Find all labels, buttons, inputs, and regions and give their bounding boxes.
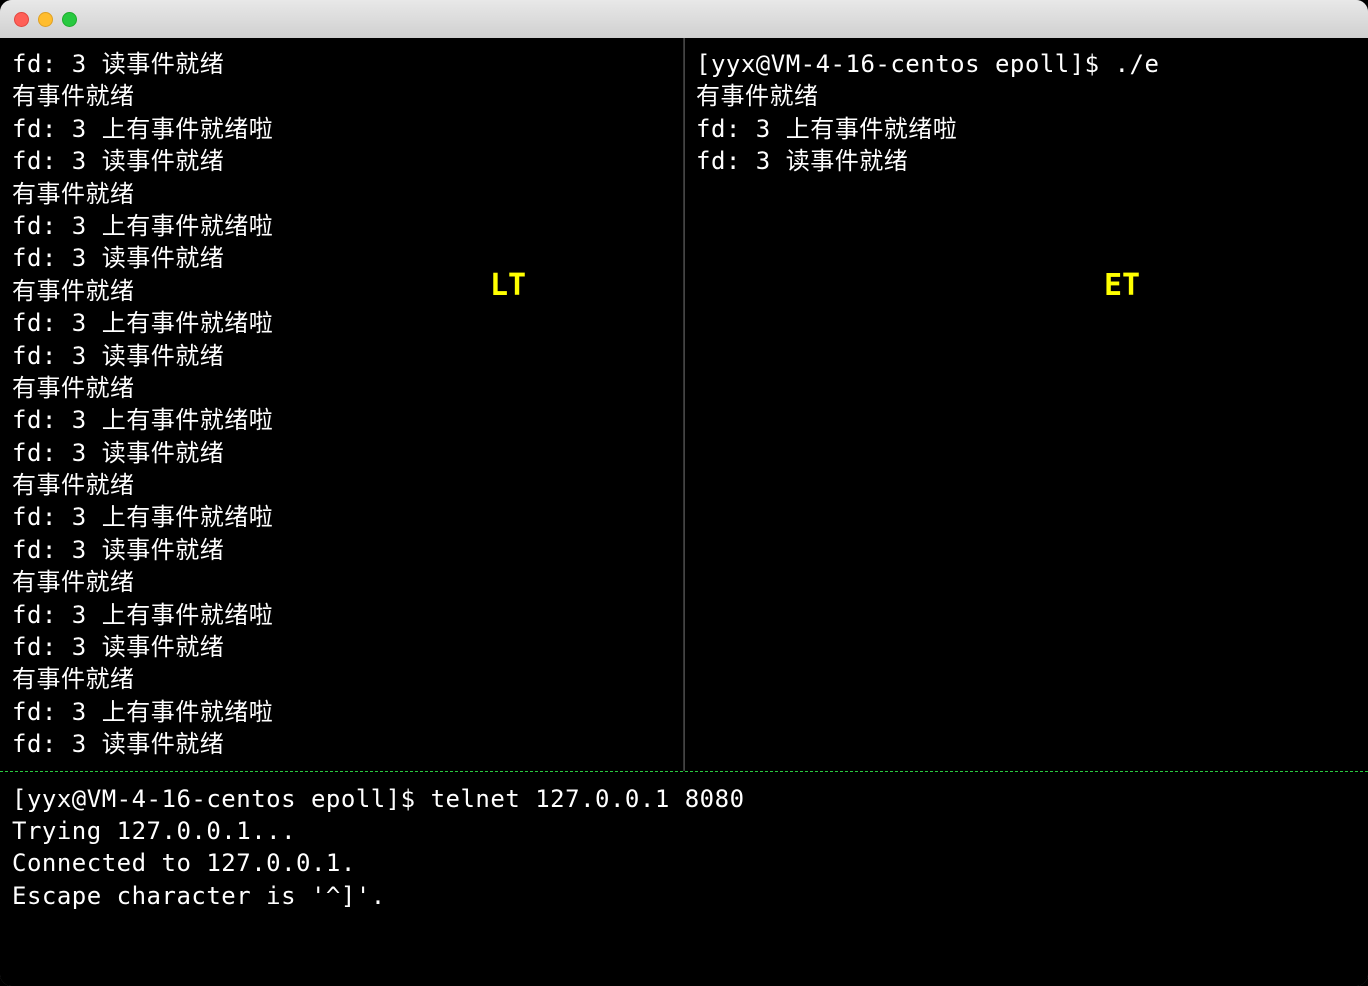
terminal-line: fd: 3 读事件就绪	[12, 728, 671, 760]
terminal-line: Connected to 127.0.0.1.	[12, 847, 1356, 879]
maximize-icon[interactable]	[62, 12, 77, 27]
terminal-line: [yyx@VM-4-16-centos epoll]$ telnet 127.0…	[12, 783, 1356, 815]
terminal-line: 有事件就绪	[696, 80, 1356, 112]
terminal-line: fd: 3 读事件就绪	[12, 242, 671, 274]
terminal-line: 有事件就绪	[12, 469, 671, 501]
terminal-line: [yyx@VM-4-16-centos epoll]$ ./e	[696, 48, 1356, 80]
terminal-line: Escape character is '^]'.	[12, 880, 1356, 912]
terminal-line: fd: 3 上有事件就绪啦	[696, 113, 1356, 145]
terminal-line: Trying 127.0.0.1...	[12, 815, 1356, 847]
terminal-line: fd: 3 上有事件就绪啦	[12, 501, 671, 533]
terminal-line: fd: 3 读事件就绪	[12, 48, 671, 80]
minimize-icon[interactable]	[38, 12, 53, 27]
terminal-line: fd: 3 读事件就绪	[12, 340, 671, 372]
terminal-line: 有事件就绪	[12, 275, 671, 307]
terminal-line: fd: 3 读事件就绪	[12, 631, 671, 663]
pane-left[interactable]: LT fd: 3 读事件就绪 有事件就绪 fd: 3 上有事件就绪啦 fd: 3…	[0, 38, 684, 771]
terminal-line: 有事件就绪	[12, 663, 671, 695]
terminal-line: fd: 3 上有事件就绪啦	[12, 113, 671, 145]
terminal-body: LT fd: 3 读事件就绪 有事件就绪 fd: 3 上有事件就绪啦 fd: 3…	[0, 38, 1368, 986]
window-titlebar[interactable]	[0, 0, 1368, 38]
terminal-line: 有事件就绪	[12, 566, 671, 598]
terminal-line: fd: 3 读事件就绪	[696, 145, 1356, 177]
vertical-split-divider[interactable]	[684, 38, 685, 771]
pane-bottom[interactable]: [yyx@VM-4-16-centos epoll]$ telnet 127.0…	[0, 773, 1368, 986]
top-panes: LT fd: 3 读事件就绪 有事件就绪 fd: 3 上有事件就绪啦 fd: 3…	[0, 38, 1368, 771]
pane-right[interactable]: ET [yyx@VM-4-16-centos epoll]$ ./e 有事件就绪…	[684, 38, 1368, 771]
terminal-line: 有事件就绪	[12, 372, 671, 404]
terminal-line: fd: 3 上有事件就绪啦	[12, 307, 671, 339]
terminal-line: fd: 3 读事件就绪	[12, 437, 671, 469]
close-icon[interactable]	[14, 12, 29, 27]
terminal-line: 有事件就绪	[12, 80, 671, 112]
terminal-line: 有事件就绪	[12, 178, 671, 210]
terminal-line: fd: 3 上有事件就绪啦	[12, 599, 671, 631]
label-et: ET	[1104, 268, 1140, 303]
label-lt: LT	[490, 268, 526, 303]
terminal-line: fd: 3 上有事件就绪啦	[12, 696, 671, 728]
terminal-line: fd: 3 读事件就绪	[12, 534, 671, 566]
terminal-window: LT fd: 3 读事件就绪 有事件就绪 fd: 3 上有事件就绪啦 fd: 3…	[0, 0, 1368, 986]
terminal-line: fd: 3 上有事件就绪啦	[12, 404, 671, 436]
terminal-line: fd: 3 读事件就绪	[12, 145, 671, 177]
terminal-line: fd: 3 上有事件就绪啦	[12, 210, 671, 242]
